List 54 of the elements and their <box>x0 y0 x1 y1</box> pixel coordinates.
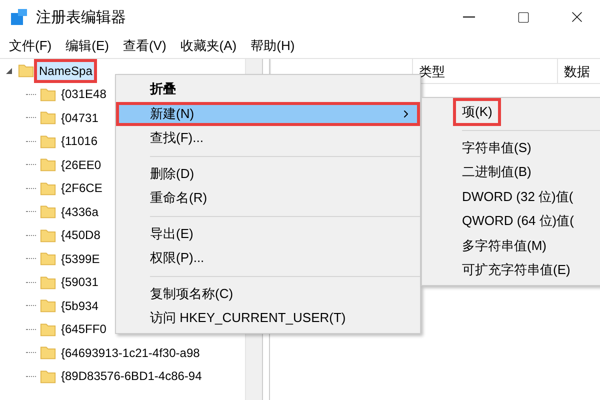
menu-item[interactable]: 查找(F)... <box>116 126 420 150</box>
tree-item[interactable]: {5b934 <box>59 296 100 315</box>
menu-item[interactable]: 帮助(H) <box>250 35 296 57</box>
tree-item[interactable]: {2F6CE <box>59 179 104 198</box>
tree-item[interactable]: {64693913-1c21-4f30-a98 <box>59 344 202 362</box>
tree-item[interactable]: {89D83576-6BD1-4c86-94 <box>59 367 204 386</box>
folder-icon <box>40 322 56 337</box>
menu-item[interactable]: 文件(F) <box>8 35 53 57</box>
tree-item[interactable]: {11016 <box>59 132 100 150</box>
folder-icon <box>40 368 56 384</box>
tree-item[interactable]: {645FF0 <box>59 320 108 338</box>
menu-item[interactable]: 访问 HKEY_CURRENT_USER(T) <box>116 306 420 330</box>
folder-icon <box>40 251 56 266</box>
tree-item[interactable]: NameSpa <box>37 62 94 80</box>
tree-item[interactable]: {59031 <box>59 273 100 292</box>
tree-item[interactable]: {450D8 <box>59 226 102 244</box>
menu-item[interactable]: 权限(P)... <box>116 246 420 270</box>
menu-item[interactable]: 新建(N) <box>116 102 420 126</box>
menu-item[interactable]: 项(K) <box>456 101 498 124</box>
menu-item[interactable]: 重命名(R) <box>116 186 420 210</box>
tree-item[interactable]: {04731 <box>59 108 100 127</box>
folder-icon <box>18 63 34 78</box>
menu-item[interactable]: 可扩充字符串值(E) <box>456 259 576 282</box>
menu-item[interactable]: QWORD (64 位)值( <box>456 210 580 232</box>
menu-item[interactable]: 导出(E) <box>116 222 420 246</box>
folder-icon <box>40 110 56 126</box>
menu-item[interactable]: 收藏夹(A) <box>179 35 238 57</box>
folder-icon <box>40 134 56 149</box>
menu-item[interactable]: 字符串值(S) <box>456 136 538 159</box>
menu-item[interactable]: 多字符串值(M) <box>456 234 552 257</box>
folder-icon <box>40 180 56 196</box>
tree-item[interactable]: {26EE0 <box>59 156 104 174</box>
menu-item[interactable]: DWORD (32 位)值( <box>456 186 580 208</box>
tree-item[interactable]: {031E48 <box>59 85 108 104</box>
menu-item[interactable]: 复制项名称(C) <box>116 282 420 306</box>
tree-item[interactable]: {5399E <box>59 250 102 268</box>
window-title: 注册表编辑器 <box>36 8 127 26</box>
maximize-icon <box>516 10 530 24</box>
menu-item[interactable]: 编辑(E) <box>64 35 110 57</box>
folder-icon <box>40 345 56 360</box>
registry-editor-icon <box>10 8 28 26</box>
folder-icon <box>40 298 56 314</box>
minimize-icon <box>463 16 475 18</box>
folder-icon <box>40 204 56 220</box>
column-header[interactable]: 数据 <box>557 59 597 83</box>
menu-item[interactable]: 删除(D) <box>116 162 420 186</box>
expander-icon[interactable] <box>4 66 14 76</box>
menu-item[interactable]: 查看(V) <box>122 35 168 57</box>
menu-item[interactable]: 二进制值(B) <box>456 161 538 184</box>
folder-icon <box>40 228 56 243</box>
folder-icon <box>40 86 56 102</box>
folder-icon <box>40 274 56 290</box>
folder-icon <box>40 157 56 172</box>
tree-item[interactable]: {4336a <box>59 202 100 221</box>
